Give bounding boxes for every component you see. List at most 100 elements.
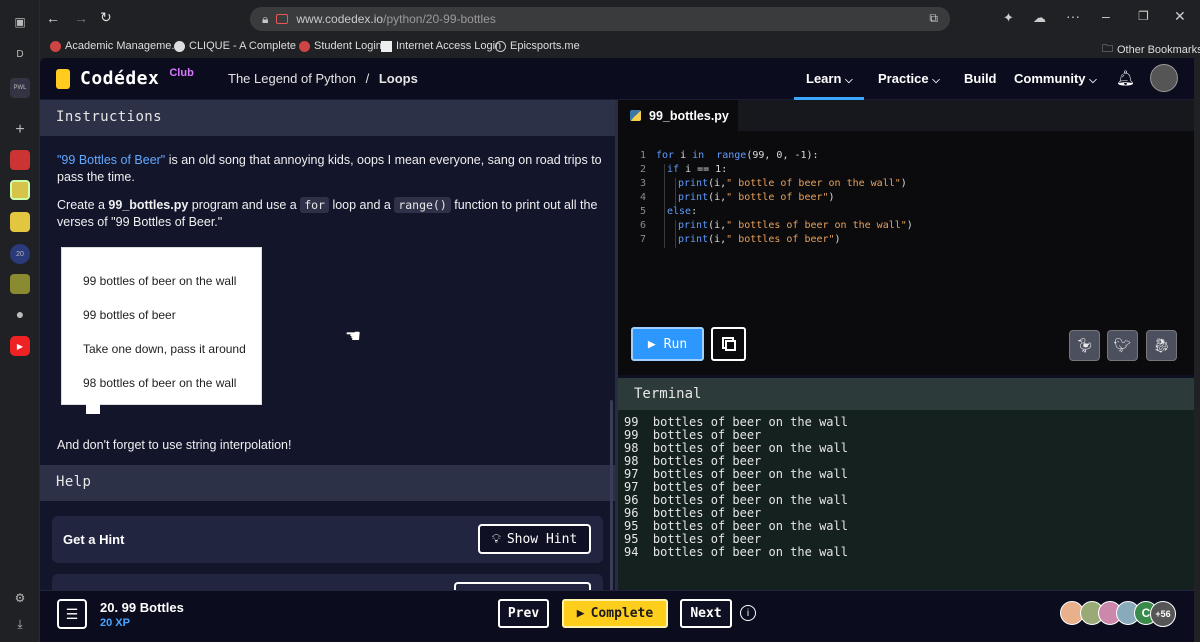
- info-icon[interactable]: i: [740, 605, 756, 621]
- forward-icon[interactable]: →: [74, 10, 88, 26]
- code-text: for i in range(99, 0, -1):: [656, 150, 819, 161]
- play-icon: ▶: [576, 606, 585, 621]
- indent-guide: [664, 164, 665, 248]
- bookmark-item[interactable]: Academic Manageme...: [50, 40, 181, 52]
- nav-community-label: Community: [1014, 71, 1086, 86]
- pinned-tab-icon[interactable]: [10, 212, 30, 232]
- chevron-down-icon: ⌵: [845, 75, 853, 86]
- bird-pet-icon[interactable]: 🐦︎: [1107, 330, 1138, 361]
- run-button[interactable]: ▶ Run: [631, 327, 704, 361]
- complete-label: Complete: [590, 606, 654, 621]
- python-icon: [630, 110, 641, 121]
- bell-icon[interactable]: 🔔︎: [1116, 69, 1135, 87]
- nav-practice[interactable]: Practice ⌵: [878, 71, 940, 86]
- lyric-line: 99 bottles of beer on the wall: [83, 274, 237, 288]
- cloud-icon[interactable]: ☁: [1033, 10, 1046, 26]
- copy-button[interactable]: [711, 327, 746, 361]
- bookmarks-bar: Academic Manageme... CLIQUE - A Complete…: [40, 38, 1200, 58]
- song-link[interactable]: "99 Bottles of Beer": [57, 153, 165, 167]
- browser-toolbar: ← → ↻ 🔒︎ www.codedex.io/python/20-99-bot…: [40, 0, 1200, 38]
- instructions-paragraph: "99 Bottles of Beer" is an old song that…: [57, 152, 602, 186]
- nav-build[interactable]: Build: [964, 71, 997, 86]
- site-info-icon[interactable]: [276, 14, 289, 24]
- nav-learn[interactable]: Learn ⌵: [806, 71, 853, 86]
- logo-text: Codédex: [80, 68, 160, 89]
- instructions-paragraph: Create a 99_bottles.py program and use a…: [57, 197, 602, 231]
- exercise-menu-button[interactable]: ☰: [57, 599, 87, 629]
- pinned-tab-icon[interactable]: 20: [10, 244, 30, 264]
- play-icon: ▶: [647, 336, 656, 352]
- paragraph-text: loop and a: [328, 198, 395, 212]
- logo[interactable]: Codédex Club: [56, 67, 194, 89]
- reload-icon[interactable]: ↻: [100, 9, 112, 26]
- more-avatars-badge[interactable]: +56: [1150, 601, 1176, 627]
- url-domain: www.codedex.io: [296, 12, 384, 26]
- reading-view-icon[interactable]: ⧉: [929, 11, 938, 26]
- show-hint-button[interactable]: 💡︎ Show Hint: [478, 524, 591, 554]
- nav-learn-label: Learn: [806, 71, 842, 86]
- pinned-tab-icon[interactable]: [10, 180, 30, 200]
- tab-actions-icon[interactable]: ▣: [10, 12, 30, 32]
- bookmark-label: Academic Manageme...: [65, 40, 181, 52]
- minimize-icon[interactable]: –: [1102, 8, 1110, 24]
- bookmark-item[interactable]: CLIQUE - A Complete ...: [174, 40, 308, 52]
- other-bookmarks-label: Other Bookmarks: [1117, 43, 1200, 56]
- code-text: print(i," bottle of beer"): [678, 192, 835, 203]
- scrollbar[interactable]: [610, 400, 613, 600]
- settings-icon[interactable]: ⚙: [10, 588, 30, 608]
- instructions-panel: Instructions "99 Bottles of Beer" is an …: [40, 100, 615, 642]
- dragon-pet-icon[interactable]: 🐉︎: [1146, 330, 1177, 361]
- url-path: /python/20-99-bottles: [383, 12, 496, 26]
- breadcrumb: The Legend of Python / Loops: [228, 71, 418, 86]
- download-icon[interactable]: ⤓: [10, 614, 30, 634]
- duck-pet-icon[interactable]: 🦆︎: [1069, 330, 1100, 361]
- prev-button[interactable]: Prev: [498, 599, 549, 628]
- line-number: 5: [639, 206, 646, 217]
- codedex-app: Codédex Club The Legend of Python / Loop…: [40, 58, 1194, 642]
- restore-icon[interactable]: ❐: [1138, 9, 1149, 23]
- pinned-tab-icon[interactable]: [10, 150, 30, 170]
- extensions-icon[interactable]: ✦: [1003, 10, 1014, 26]
- globe-icon: [495, 40, 506, 52]
- next-button[interactable]: Next: [680, 599, 732, 628]
- file-tab-label: 99_bottles.py: [649, 108, 729, 123]
- list-icon: ☰: [65, 605, 79, 622]
- avatar[interactable]: [1150, 64, 1178, 92]
- lyric-line: Take one down, pass it around: [83, 342, 246, 356]
- code-text: if i == 1:: [667, 164, 728, 175]
- indent-guide: [675, 178, 676, 206]
- bookmark-icon: [381, 40, 392, 52]
- complete-button[interactable]: ▶ Complete: [562, 599, 668, 628]
- profile-letter[interactable]: D: [10, 44, 30, 64]
- line-number: 1: [639, 150, 646, 161]
- other-bookmarks[interactable]: 🗀 Other Bookmarks: [1102, 40, 1200, 59]
- lightbulb-icon: 💡︎: [491, 531, 501, 547]
- breadcrumb-chapter[interactable]: Loops: [379, 71, 418, 86]
- address-bar[interactable]: 🔒︎ www.codedex.io/python/20-99-bottles ⧉: [250, 7, 950, 31]
- show-hint-label: Show Hint: [506, 531, 578, 547]
- add-tab-icon[interactable]: +: [10, 120, 30, 140]
- bookmark-item[interactable]: Epicsports.me: [495, 40, 580, 52]
- lyric-line: 98 bottles of beer on the wall: [83, 376, 237, 390]
- pinned-tab-icon[interactable]: PWL: [10, 78, 30, 98]
- back-icon[interactable]: ←: [46, 10, 60, 26]
- bookmark-label: CLIQUE - A Complete ...: [189, 40, 309, 52]
- bookmark-item[interactable]: Student Login: [299, 40, 382, 52]
- code-text: print(i," bottle of beer on the wall"): [678, 178, 907, 189]
- filename-text: 99_bottles.py: [108, 198, 189, 212]
- paragraph-text: Create a: [57, 198, 109, 212]
- close-icon[interactable]: ✕: [1174, 8, 1186, 25]
- breadcrumb-course[interactable]: The Legend of Python: [228, 71, 356, 86]
- github-icon[interactable]: ●: [10, 304, 30, 324]
- code-editor: 99_bottles.py 1 for i in range(99, 0, -1)…: [618, 100, 1194, 375]
- terminal-output: 99 bottles of beer on the wall 99 bottles…: [624, 416, 848, 559]
- file-tab[interactable]: 99_bottles.py: [618, 100, 738, 131]
- browser-sidebar: ▣ D PWL + 20 ● ▶ ⚙ ⤓: [0, 0, 40, 642]
- more-icon[interactable]: ···: [1066, 8, 1080, 24]
- bookmark-item[interactable]: Internet Access Login: [381, 40, 501, 52]
- youtube-icon[interactable]: ▶: [10, 336, 30, 356]
- nav-community[interactable]: Community ⌵: [1014, 71, 1097, 86]
- bookmark-label: Internet Access Login: [396, 40, 502, 52]
- pinned-tab-icon[interactable]: [10, 274, 30, 294]
- code-text: else:: [667, 206, 698, 217]
